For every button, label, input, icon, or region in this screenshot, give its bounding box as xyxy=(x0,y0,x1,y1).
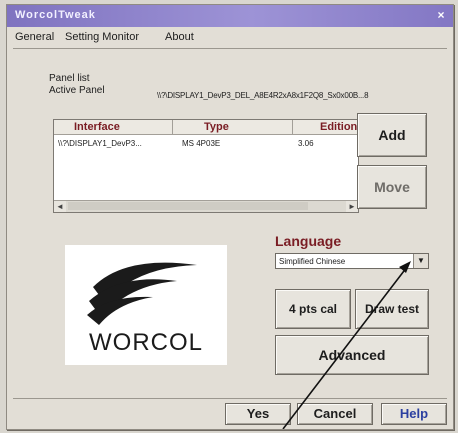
annotation-arrow-icon xyxy=(282,261,411,429)
worcoltweak-dialog: WorcolTweak × General Setting Monitor Ab… xyxy=(6,4,454,430)
